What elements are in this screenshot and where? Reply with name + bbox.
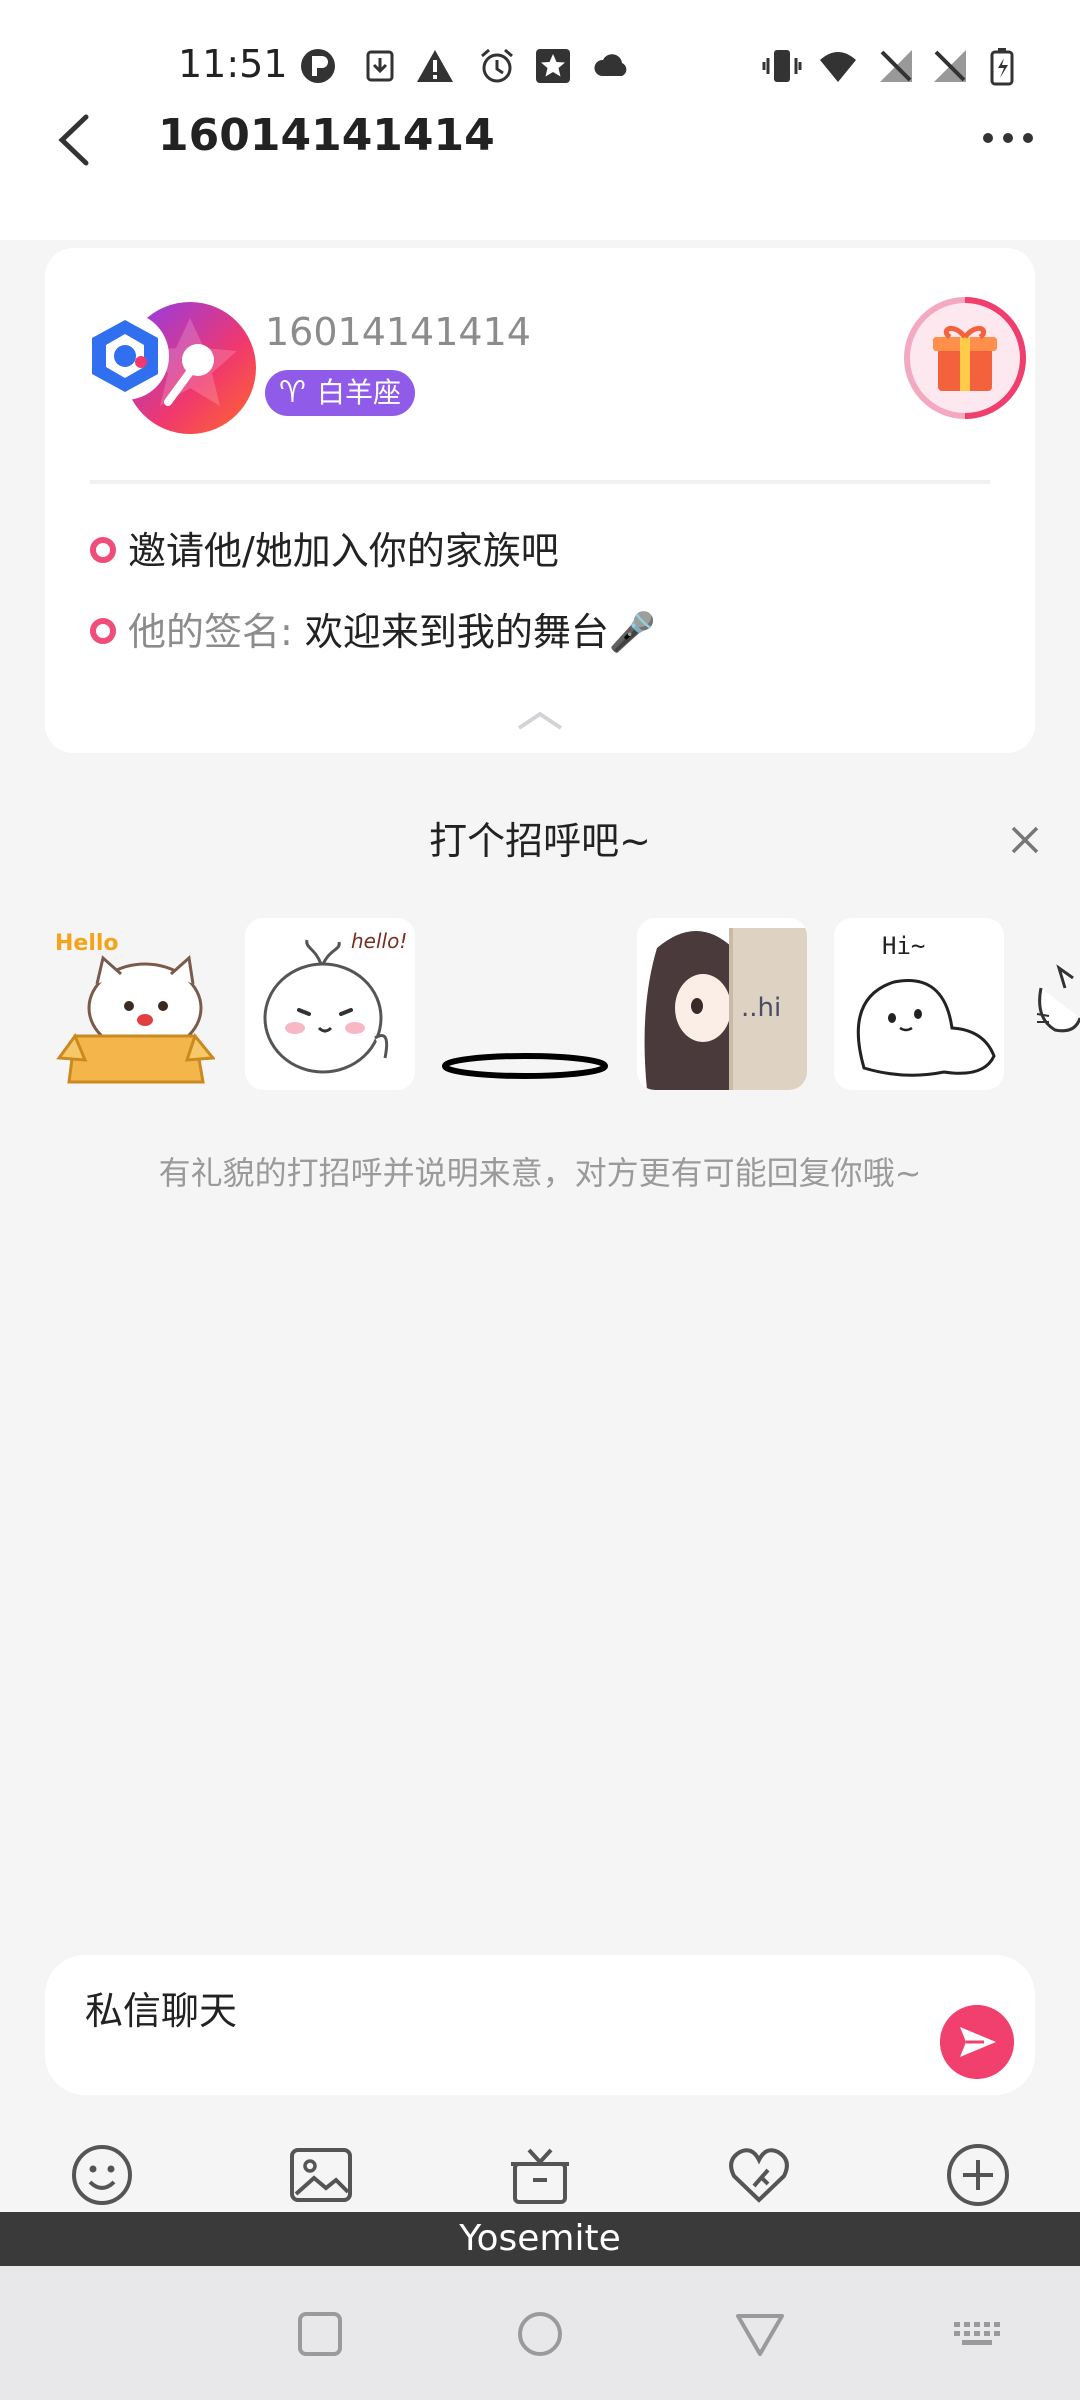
- signature-line: 他的签名: 欢迎来到我的舞台🎤: [90, 601, 656, 656]
- profile-card: 16014141414 ♈ 白羊座 邀请他/她加入你的家族吧 他的签名: 欢迎来…: [45, 248, 1035, 753]
- emoji-icon[interactable]: [67, 2140, 137, 2210]
- warning-icon: [417, 50, 453, 82]
- device-label: Yosemite: [0, 2212, 1080, 2266]
- wifi-icon: [820, 52, 856, 82]
- heart-key-icon[interactable]: [724, 2140, 794, 2210]
- download-icon: [366, 50, 394, 82]
- send-button[interactable]: [940, 2005, 1014, 2079]
- message-input[interactable]: 私信聊天: [45, 1955, 1035, 2095]
- battery-charging-icon: [990, 48, 1014, 86]
- bullet-icon: [90, 536, 116, 563]
- close-icon[interactable]: [1005, 820, 1045, 860]
- system-nav-bar: [0, 2266, 1080, 2400]
- invite-text: 邀请他/她加入你的家族吧: [128, 529, 559, 573]
- bullet-icon: [90, 617, 116, 644]
- sticker-hi-girl[interactable]: ..hi: [637, 918, 807, 1090]
- page-title: 16014141414: [158, 110, 495, 161]
- vibrate-icon: [762, 50, 802, 82]
- card-divider: [90, 480, 990, 484]
- back-icon[interactable]: [48, 105, 108, 175]
- sticker-ring[interactable]: [440, 918, 610, 1090]
- greeting-hint: 有礼貌的打招呼并说明来意，对方更有可能回复你哦~: [158, 1154, 922, 1192]
- no-signal-icon: [880, 50, 912, 82]
- aries-icon: ♈: [279, 375, 306, 410]
- zodiac-badge: ♈ 白羊座: [265, 370, 416, 416]
- gift-button[interactable]: [900, 293, 1030, 423]
- invite-line[interactable]: 邀请他/她加入你的家族吧: [90, 520, 559, 575]
- greeting-title: 打个招呼吧~: [429, 819, 651, 863]
- sticker-hello-bun[interactable]: hello!: [245, 918, 415, 1090]
- sticker-hi-seal[interactable]: Hi~: [834, 918, 1004, 1090]
- gift-icon[interactable]: [505, 2140, 575, 2210]
- alarm-icon: [481, 48, 513, 83]
- home-icon[interactable]: [510, 2304, 570, 2364]
- back-nav-icon[interactable]: [730, 2304, 790, 2364]
- cloud-icon: [594, 54, 627, 76]
- status-time: 11:51: [178, 42, 288, 86]
- sticker-caption: Hello: [55, 931, 119, 956]
- signature-text: 欢迎来到我的舞台🎤: [304, 610, 657, 654]
- sticker-caption: Hi~: [882, 932, 925, 960]
- signature-label: 他的签名:: [128, 610, 293, 654]
- avatar[interactable]: [80, 298, 280, 438]
- collapse-chevron-icon[interactable]: [515, 708, 565, 732]
- zodiac-label: 白羊座: [317, 376, 402, 409]
- no-signal-icon: [934, 50, 966, 82]
- p-badge-icon: [301, 49, 335, 83]
- status-bar: 11:51: [0, 30, 1080, 110]
- profile-name: 16014141414: [265, 310, 531, 354]
- sticker-caption: ..hi: [741, 993, 781, 1023]
- message-placeholder: 私信聊天: [85, 1989, 238, 2033]
- star-app-icon: [536, 49, 570, 83]
- sticker-cat-partial[interactable]: [1035, 918, 1080, 1090]
- plus-icon[interactable]: [943, 2140, 1013, 2210]
- chat-toolbar: [0, 2140, 1080, 2210]
- image-icon[interactable]: [286, 2140, 356, 2210]
- sticker-hello-cat[interactable]: Hello: [45, 918, 215, 1090]
- more-options-icon[interactable]: [978, 118, 1038, 158]
- sticker-caption: hello!: [351, 929, 407, 953]
- keyboard-icon[interactable]: [948, 2304, 1008, 2364]
- recents-icon[interactable]: [290, 2304, 350, 2364]
